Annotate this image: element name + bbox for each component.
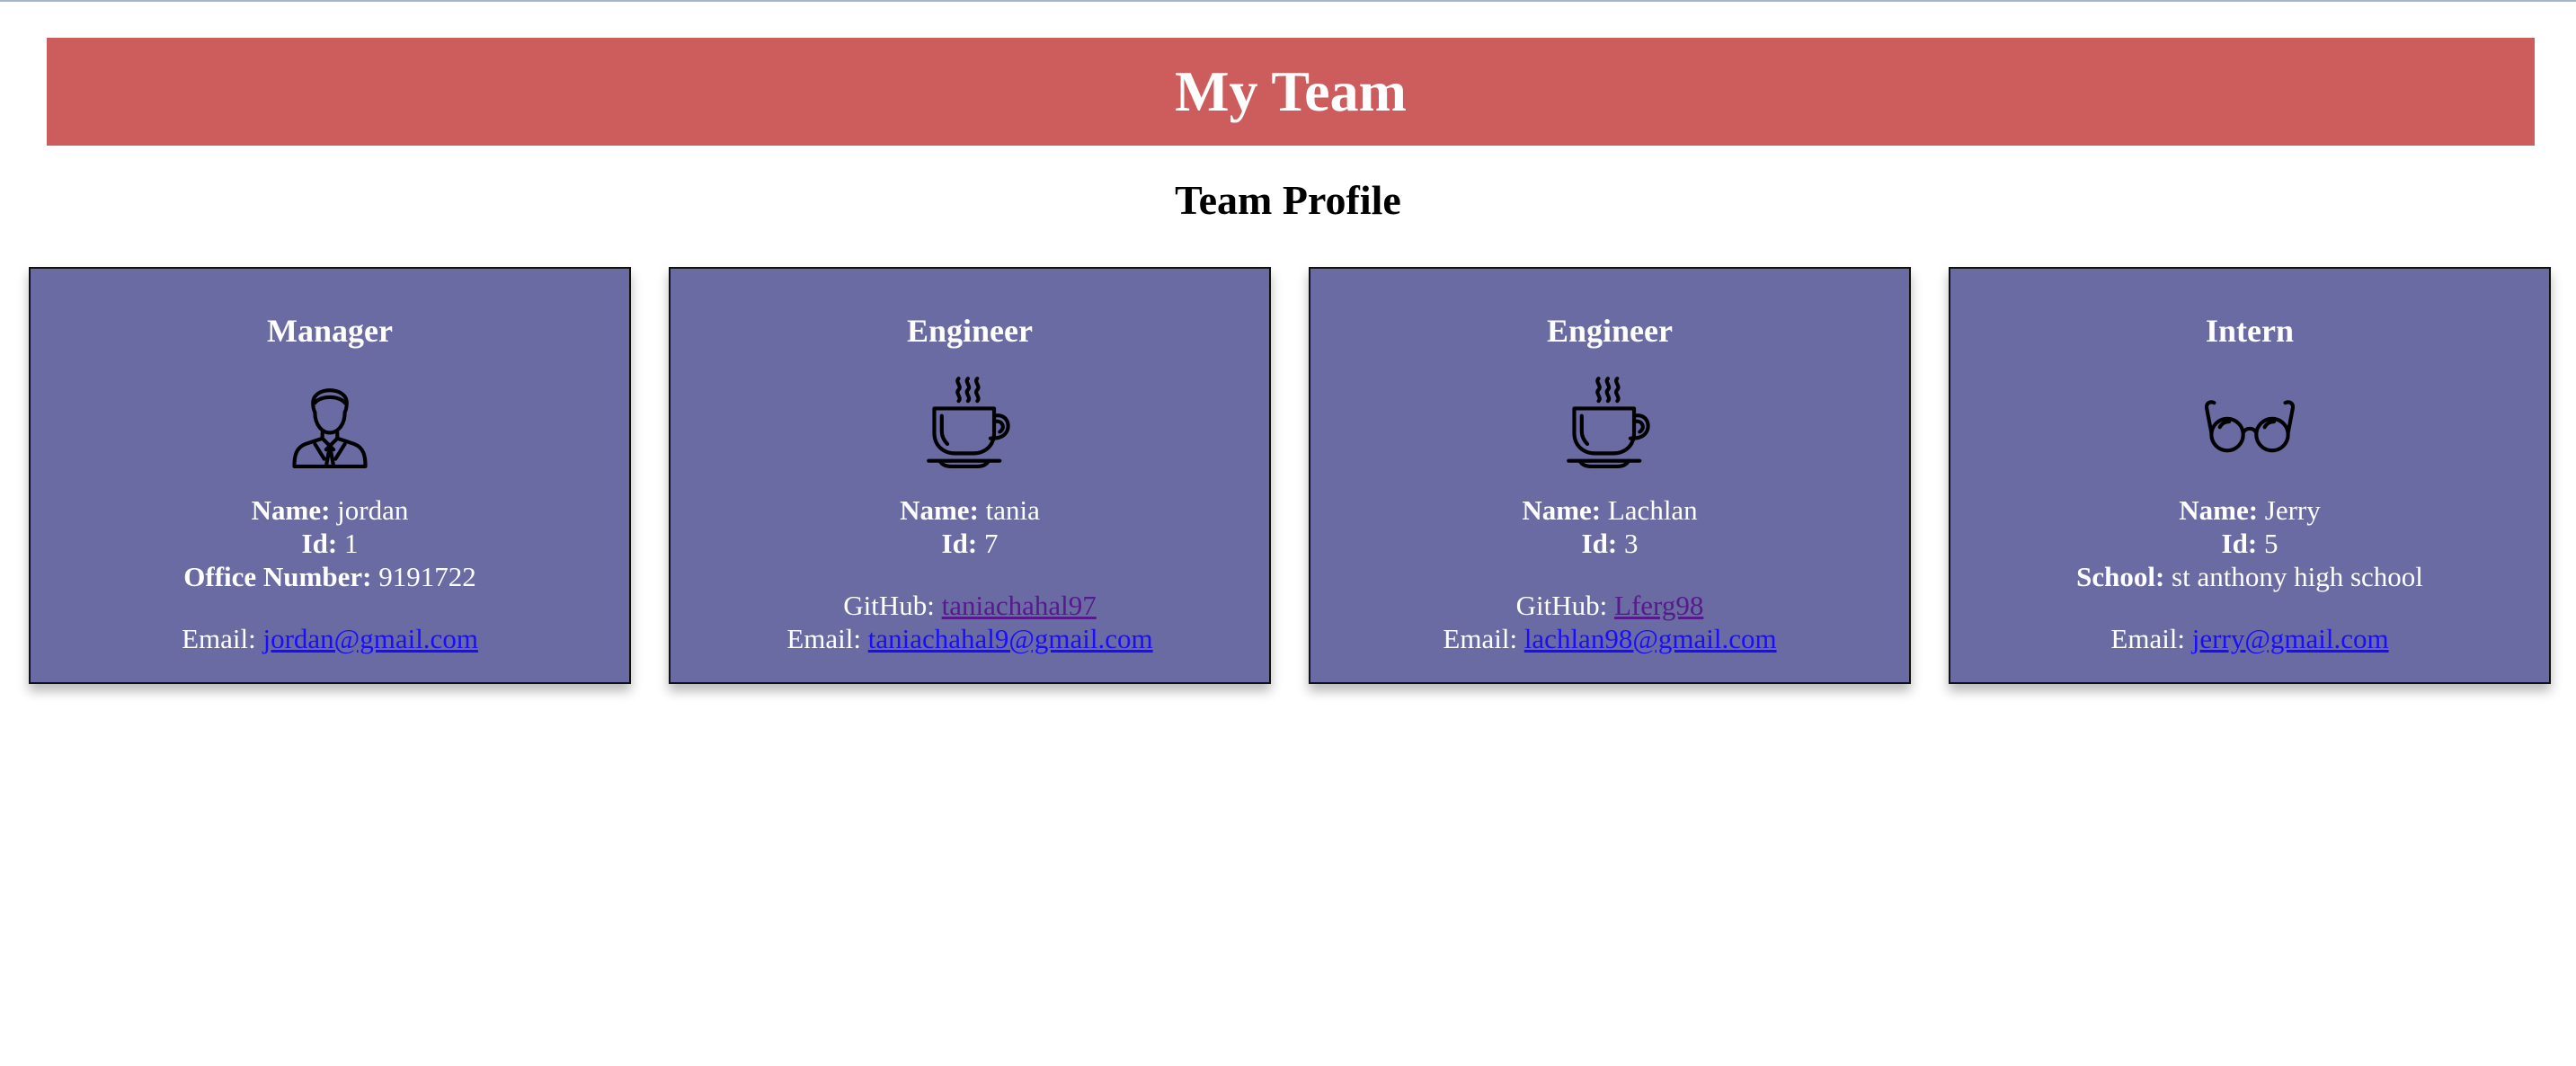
github-row: GitHub: taniachahal97 [843, 590, 1097, 621]
email-link[interactable]: lachlan98@gmail.com [1524, 623, 1777, 654]
email-row: Email: taniachahal9@gmail.com [786, 623, 1153, 654]
email-link[interactable]: taniachahal9@gmail.com [868, 623, 1153, 654]
school-row: School: st anthony high school [2076, 561, 2423, 592]
engineer-card: Engineer Name: tania Id: 7 GitHub: tania… [669, 267, 1271, 684]
glasses-icon [1950, 371, 2549, 472]
intern-card: Intern Name: Jerry Id: 5 School: st anth… [1949, 267, 2551, 684]
name-row: Name: tania [900, 494, 1040, 526]
employee-name: Lachlan [1607, 494, 1698, 526]
page-title: My Team [1175, 59, 1407, 123]
email-row: Email: jerry@gmail.com [2110, 623, 2389, 654]
team-cards: Manager Name: jordan Id: 1 Office Number… [29, 267, 2553, 686]
employee-name: tania [985, 494, 1040, 526]
id-row: Id: 7 [941, 528, 999, 559]
school-name: st anthony high school [2172, 561, 2423, 592]
name-row: Name: jordan [251, 494, 409, 526]
top-border [0, 0, 2576, 2]
office-row: Office Number: 9191722 [183, 561, 476, 592]
github-link[interactable]: taniachahal97 [942, 590, 1097, 621]
email-row: Email: lachlan98@gmail.com [1443, 623, 1777, 654]
engineer-card: Engineer Name: Lachlan Id: 3 GitHub: Lfe… [1309, 267, 1911, 684]
employee-name: jordan [337, 494, 409, 526]
card-role: Manager [267, 313, 393, 349]
github-row: GitHub: Lferg98 [1515, 590, 1704, 621]
id-row: Id: 3 [1581, 528, 1639, 559]
manager-card: Manager Name: jordan Id: 1 Office Number… [29, 267, 631, 684]
employee-id: 3 [1623, 528, 1639, 559]
github-link[interactable]: Lferg98 [1614, 590, 1703, 621]
name-row: Name: Lachlan [1522, 494, 1698, 526]
email-link[interactable]: jerry@gmail.com [2192, 623, 2389, 654]
employee-id: 5 [2263, 528, 2278, 559]
manager-icon [31, 371, 629, 472]
coffee-cup-icon [671, 371, 1269, 472]
card-details: Name: tania Id: 7 GitHub: taniachahal97 … [671, 493, 1269, 655]
id-row: Id: 5 [2221, 528, 2278, 559]
card-details: Name: jordan Id: 1 Office Number: 919172… [31, 493, 629, 655]
office-number: 9191722 [378, 561, 476, 592]
card-role: Intern [2206, 313, 2294, 349]
card-details: Name: Lachlan Id: 3 GitHub: Lferg98 Emai… [1310, 493, 1909, 655]
employee-name: Jerry [2264, 494, 2321, 526]
email-row: Email: jordan@gmail.com [182, 623, 478, 654]
card-details: Name: Jerry Id: 5 School: st anthony hig… [1950, 493, 2549, 655]
coffee-cup-icon [1310, 371, 1909, 472]
section-title: Team Profile [1175, 177, 1401, 223]
card-role: Engineer [1547, 313, 1673, 349]
employee-id: 7 [983, 528, 999, 559]
id-row: Id: 1 [301, 528, 359, 559]
email-link[interactable]: jordan@gmail.com [262, 623, 477, 654]
name-row: Name: Jerry [2179, 494, 2321, 526]
card-role: Engineer [907, 313, 1033, 349]
header-banner: My Team [47, 38, 2535, 146]
employee-id: 1 [343, 528, 359, 559]
